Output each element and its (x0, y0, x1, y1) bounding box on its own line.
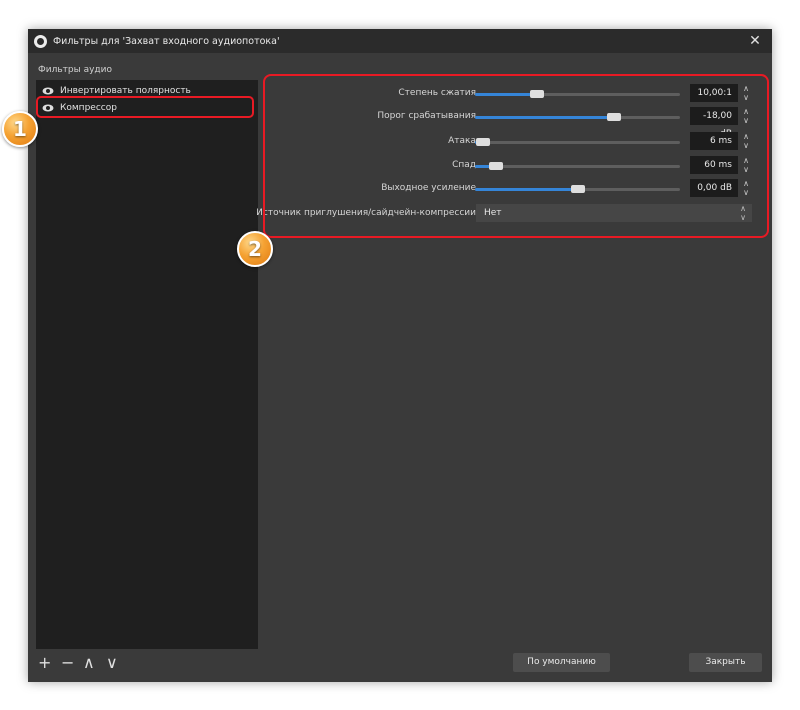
highlight-compressor (36, 96, 254, 118)
filter-label: Инвертировать полярность (60, 85, 191, 96)
eye-icon[interactable] (42, 87, 54, 95)
step-badge-1: 1 (2, 111, 38, 147)
highlight-properties (263, 74, 769, 238)
remove-filter-button[interactable]: − (61, 653, 74, 672)
obs-logo-icon (34, 34, 47, 48)
add-filter-button[interactable]: + (38, 653, 51, 672)
move-down-button[interactable]: ∨ (106, 653, 118, 672)
close-icon[interactable]: ✕ (746, 32, 764, 50)
title-bar: Фильтры для 'Захват входного аудиопотока… (28, 29, 772, 53)
audio-filters-label: Фильтры аудио (38, 65, 112, 75)
step-badge-2: 2 (237, 231, 273, 267)
move-up-button[interactable]: ∧ (83, 653, 95, 672)
close-button[interactable]: Закрыть (689, 653, 762, 672)
defaults-button[interactable]: По умолчанию (513, 653, 610, 672)
filter-list: Инвертировать полярность Компрессор (36, 80, 258, 649)
window-title: Фильтры для 'Захват входного аудиопотока… (53, 35, 280, 47)
